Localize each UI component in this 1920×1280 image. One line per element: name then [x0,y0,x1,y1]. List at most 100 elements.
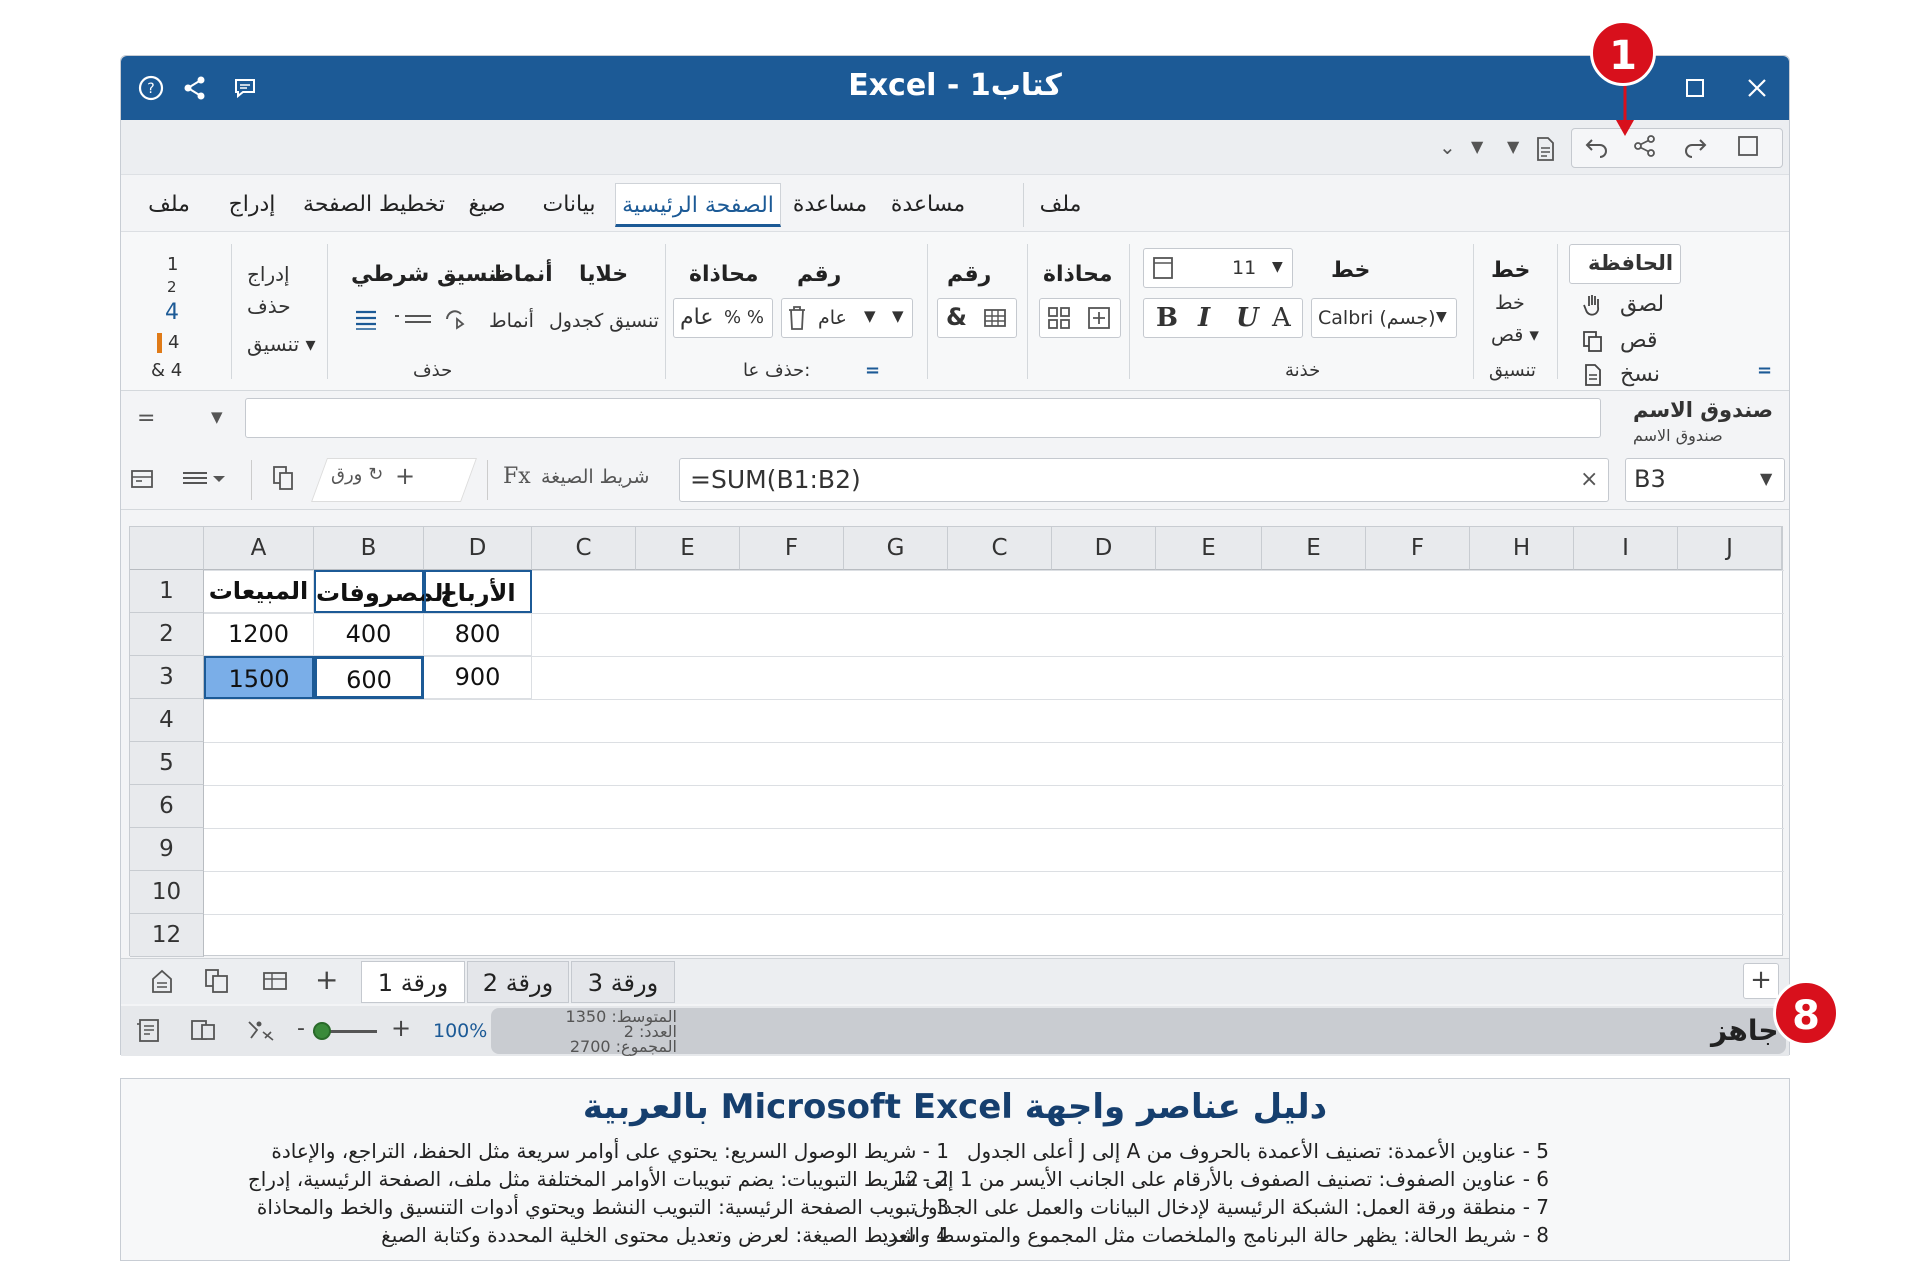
page-break-icon[interactable] [189,1016,217,1049]
column-header[interactable]: J [1678,527,1782,570]
close-icon[interactable]: × [1580,467,1598,492]
font-size-select[interactable]: 11 ▼ [1143,248,1293,288]
cut-button[interactable]: قص [1581,328,1657,353]
name-input[interactable] [245,398,1601,438]
column-header[interactable]: D [1052,527,1156,570]
cut-small-button[interactable]: قص ▾ [1491,324,1539,346]
sheet-tab-1[interactable]: ورقة 1 [361,961,465,1003]
maximize-icon[interactable] [1677,70,1713,106]
table-cell[interactable]: المصروفات [314,570,452,613]
zoom-in-button[interactable]: + [391,1014,411,1042]
select-all-corner[interactable] [130,527,204,570]
chevron-down-icon[interactable]: ▼ [211,408,223,426]
table-cell[interactable]: 800 [424,613,532,656]
number-format-box[interactable]: عام % % [673,298,773,338]
selected-cell[interactable]: 1500 [204,656,314,699]
font-color-button[interactable]: A [1272,303,1291,333]
tab-insert[interactable]: إدراج [217,183,287,227]
dropdown-arrow-icon[interactable]: ▼ [1507,132,1519,162]
column-header[interactable]: E [1156,527,1262,570]
dash-lines-icon[interactable] [393,306,433,337]
tab-home[interactable]: الصفحة الرئيسية [615,183,781,227]
merge-cells-icon[interactable] [1086,305,1112,336]
square-icon[interactable] [1736,134,1760,167]
column-header[interactable]: B [314,527,424,570]
conditional-format-button[interactable]: تنسيق شرطي [351,262,505,287]
tab-help-2[interactable]: مساعدة [883,183,973,227]
ribbon-launcher[interactable]: = [1757,360,1772,381]
zoom-slider-thumb[interactable] [313,1022,331,1040]
copy-button[interactable]: نسخ [1581,362,1660,387]
tab-file[interactable]: ملف [139,183,199,227]
table-icon[interactable] [129,466,155,497]
bold-button[interactable]: B [1156,303,1178,333]
row-header[interactable]: 6 [130,785,204,828]
sheet-tab-3[interactable]: ورقة 3 [571,961,675,1003]
sheet-home-icon[interactable] [149,967,175,1000]
paste-button[interactable]: لصق [1581,292,1664,318]
formula-input[interactable]: =SUM(B1:B2) × [679,458,1609,502]
chevron-down-icon[interactable]: ⌄ [1439,132,1456,162]
add-sheet-right-button[interactable]: + [1743,963,1779,999]
row-header[interactable]: 9 [130,828,204,871]
add-sheet-button[interactable]: + [315,963,338,996]
styles-small-button[interactable]: أنماط [489,310,534,332]
sheet-tab-2[interactable]: ورقة 2 [467,961,569,1003]
close-icon[interactable] [1739,70,1775,106]
italic-button[interactable]: I [1198,303,1210,333]
table-sheet-icon[interactable] [261,967,289,1000]
table-cell[interactable]: الأرباح [424,570,532,613]
row-header[interactable]: 10 [130,871,204,914]
row-header[interactable]: 12 [130,914,204,957]
name-box[interactable]: B3 ▼ [1625,458,1785,502]
active-cell[interactable]: 600 [314,656,424,699]
column-header[interactable]: H [1470,527,1574,570]
column-header[interactable]: F [1366,527,1470,570]
row-header[interactable]: 1 [130,570,204,613]
sheet-tab-text[interactable]: ورق ↻ [331,464,383,485]
page-layout-icon[interactable] [135,1016,163,1049]
undo-icon[interactable] [1584,134,1610,167]
table-cell[interactable]: المبيعات [204,570,314,613]
font-small-button[interactable]: خط [1495,292,1525,314]
format-as-table-button[interactable]: تنسيق كجدول [549,310,659,332]
tab-page-layout[interactable]: تخطيط الصفحة [299,183,449,227]
insert-cells-button[interactable]: إدراج [247,262,290,286]
table-cell[interactable]: 400 [314,613,424,656]
column-header[interactable]: F [740,527,844,570]
tab-help[interactable]: مساعدة [785,183,875,227]
column-header[interactable]: D [424,527,532,570]
zoom-out-button[interactable]: - [297,1016,305,1041]
row-header[interactable]: 2 [130,613,204,656]
copy-sheet-icon[interactable] [203,967,231,1000]
copy-sheet-icon[interactable] [271,464,297,497]
column-header[interactable]: A [204,527,314,570]
align-lines-icon[interactable] [353,306,379,337]
column-header[interactable]: I [1574,527,1678,570]
accessibility-icon[interactable] [245,1016,277,1049]
underline-button[interactable]: U [1236,303,1259,333]
format-cells-button[interactable]: تنسيق ▾ [247,332,316,356]
function-icon[interactable]: Fx [503,464,531,489]
column-header[interactable]: C [948,527,1052,570]
table-cell[interactable]: 900 [424,656,532,699]
row-header[interactable]: 5 [130,742,204,785]
column-header[interactable]: E [636,527,740,570]
row-header[interactable]: 3 [130,656,204,699]
column-header[interactable]: E [1262,527,1366,570]
share-icon[interactable] [1632,134,1658,167]
tab-file-2[interactable]: ملف [1023,183,1097,227]
zoom-level[interactable]: 100% [433,1020,487,1042]
add-icon[interactable]: + [395,462,415,490]
list-icon[interactable] [181,466,227,497]
delete-cells-button[interactable]: حذف [247,294,291,318]
font-name-select[interactable]: Calbri (جسم) ▼ [1311,298,1457,338]
group-launcher[interactable]: = [865,360,880,381]
grid-table-icon[interactable] [982,305,1008,336]
styles-button[interactable]: أنماط [491,262,553,287]
table-cell[interactable]: 1200 [204,613,314,656]
dropdown-arrow-icon[interactable]: ▼ [1471,132,1483,162]
row-header[interactable]: 4 [130,699,204,742]
redo-icon[interactable] [1682,134,1708,167]
format-painter-icon[interactable] [443,306,469,337]
